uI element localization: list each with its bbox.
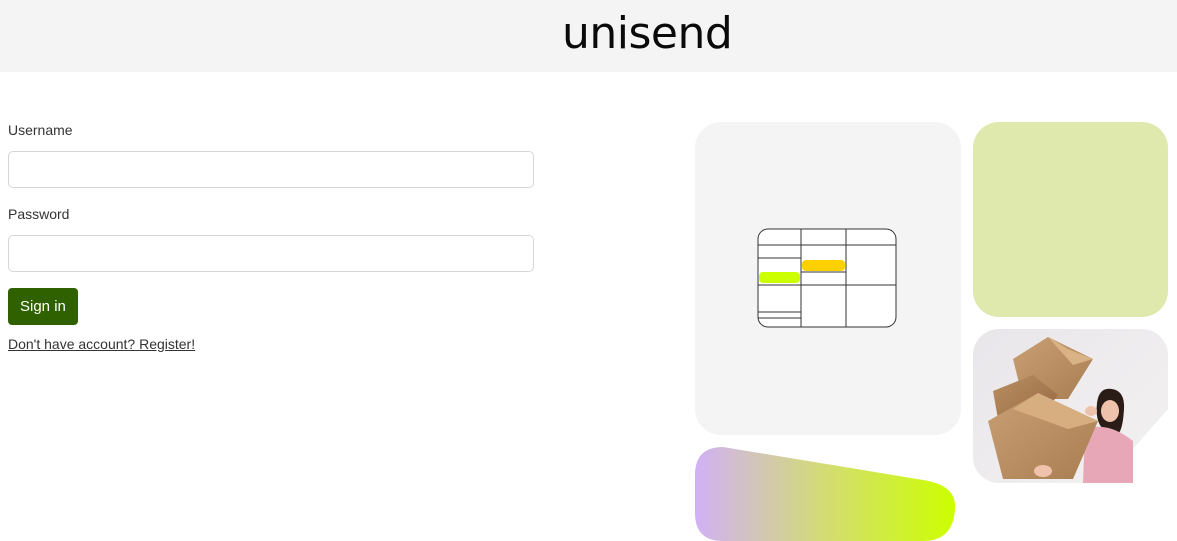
- woman-with-boxes-photo: [973, 329, 1168, 483]
- gradient-decor-shape: [695, 447, 957, 541]
- sign-in-button[interactable]: Sign in: [8, 288, 78, 325]
- calendar-icon: [757, 228, 897, 328]
- username-input[interactable]: [8, 151, 534, 188]
- top-header: unisend: [0, 0, 1177, 72]
- login-form: Username Password Sign in Don't have acc…: [8, 120, 534, 352]
- unisend-logo[interactable]: unisend: [562, 6, 733, 62]
- gradient-blob: [695, 447, 956, 541]
- green-decor-tile: [973, 122, 1168, 317]
- password-label: Password: [8, 206, 70, 222]
- boxes-photo-illustration: [988, 337, 1168, 483]
- password-input[interactable]: [8, 235, 534, 272]
- register-link[interactable]: Don't have account? Register!: [8, 336, 534, 352]
- username-label: Username: [8, 122, 73, 138]
- calendar-illustration-tile: [695, 122, 961, 435]
